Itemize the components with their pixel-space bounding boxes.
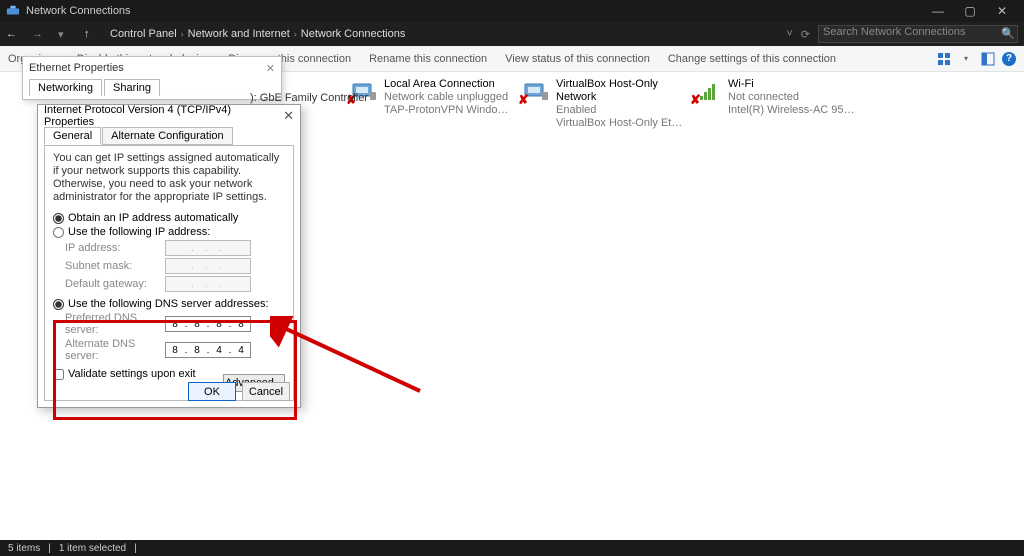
nav-bar: ← → ▾ ↑ Control Panel › Network and Inte…: [0, 22, 1024, 46]
help-icon[interactable]: ?: [1002, 52, 1016, 66]
tab-alternate[interactable]: Alternate Configuration: [102, 127, 233, 145]
search-input[interactable]: Search Network Connections 🔍: [818, 25, 1018, 43]
ok-button[interactable]: OK: [188, 382, 236, 401]
radio-ip-auto[interactable]: [53, 213, 64, 224]
status-items: 5 items: [8, 543, 40, 554]
back-button[interactable]: ←: [6, 28, 24, 40]
adapter-name-fragment: ): GbE Family Controller: [250, 92, 368, 104]
status-selected: 1 item selected: [59, 543, 126, 554]
connection-item[interactable]: ✘ Wi-Fi Not connected Intel(R) Wireless-…: [694, 78, 854, 130]
connection-item[interactable]: ✘ VirtualBox Host-Only Network Enabled V…: [522, 78, 682, 130]
status-bar: 5 items | 1 item selected |: [0, 540, 1024, 556]
dialog-title: Ethernet Properties: [29, 62, 124, 74]
minimize-button[interactable]: —: [922, 0, 954, 22]
validate-checkbox[interactable]: [53, 369, 64, 380]
disconnected-icon: ✘: [518, 92, 529, 108]
breadcrumb[interactable]: Control Panel › Network and Internet › N…: [110, 28, 778, 40]
search-icon: 🔍: [1001, 27, 1015, 40]
view-status-button[interactable]: View status of this connection: [505, 53, 650, 65]
rename-button[interactable]: Rename this connection: [369, 53, 487, 65]
gateway-field: . . .: [165, 276, 251, 292]
window-titlebar: Network Connections — ▢ ✕: [0, 0, 1024, 22]
disconnected-icon: ✘: [690, 92, 701, 108]
wifi-icon: ✘: [694, 78, 722, 106]
cancel-button[interactable]: Cancel: [242, 382, 290, 401]
ip-address-field: . . .: [165, 240, 251, 256]
view-icon[interactable]: [936, 51, 952, 67]
change-settings-button[interactable]: Change settings of this connection: [668, 53, 836, 65]
dialog-title: Internet Protocol Version 4 (TCP/IPv4) P…: [44, 104, 283, 128]
recent-dropdown[interactable]: ▾: [58, 28, 76, 41]
maximize-button[interactable]: ▢: [954, 0, 986, 22]
radio-ip-manual[interactable]: [53, 227, 64, 238]
tab-sharing[interactable]: Sharing: [104, 79, 160, 96]
alternate-dns-field[interactable]: 8.8.4.4: [165, 342, 251, 358]
tab-general[interactable]: General: [44, 127, 101, 145]
subnet-mask-field: . . .: [165, 258, 251, 274]
preview-pane-icon[interactable]: [980, 51, 996, 67]
up-button[interactable]: ↑: [84, 28, 102, 40]
close-button[interactable]: ✕: [986, 0, 1018, 22]
breadcrumb-dropdown[interactable]: ˅: [786, 28, 792, 40]
view-dropdown[interactable]: ▾: [958, 51, 974, 67]
tab-networking[interactable]: Networking: [29, 79, 102, 96]
connection-item[interactable]: ✘ Local Area Connection Network cable un…: [350, 78, 510, 130]
lan-icon: ✘: [522, 78, 550, 106]
close-icon[interactable]: ✕: [283, 108, 294, 124]
close-icon[interactable]: ✕: [266, 62, 275, 75]
breadcrumb-item[interactable]: Control Panel: [110, 28, 177, 40]
window-title: Network Connections: [26, 5, 922, 17]
breadcrumb-item[interactable]: Network and Internet: [188, 28, 290, 40]
radio-dns-manual[interactable]: [53, 299, 64, 310]
ethernet-properties-dialog: Ethernet Properties ✕ Networking Sharing: [22, 56, 282, 100]
dialog-description: You can get IP settings assigned automat…: [53, 152, 285, 204]
ipv4-properties-dialog: Internet Protocol Version 4 (TCP/IPv4) P…: [37, 104, 301, 408]
app-icon: [6, 4, 20, 18]
breadcrumb-item[interactable]: Network Connections: [301, 28, 406, 40]
preferred-dns-field[interactable]: 8.8.8.8: [165, 316, 251, 332]
forward-button[interactable]: →: [32, 28, 50, 40]
refresh-button[interactable]: ⟳: [801, 28, 810, 41]
